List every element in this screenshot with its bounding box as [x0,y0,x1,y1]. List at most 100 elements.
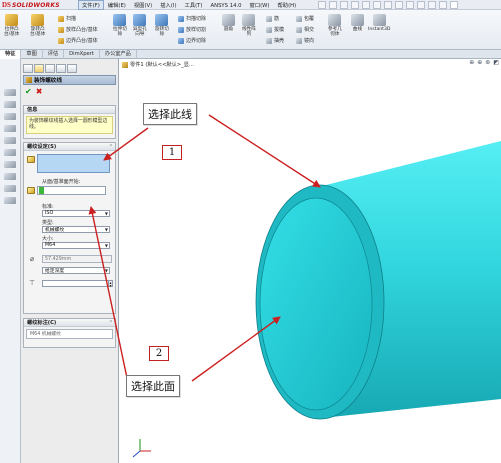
menu-file[interactable]: 文件(F) [78,0,104,10]
standard-select[interactable]: ISO ▼ [42,210,110,217]
menu-insert[interactable]: 插入(I) [156,0,180,10]
thread-callout-header[interactable]: 螺纹标注(C) ⌃ [24,319,115,327]
quick-access-toolbar [318,1,458,9]
reference-geometry-label: 参考几 何体 [328,27,342,37]
tab-dimxpert[interactable]: DimXpert [64,50,100,59]
strip-tool-icon[interactable] [4,185,16,192]
edge-selection-box[interactable] [37,154,110,173]
file-properties-icon[interactable] [395,1,403,9]
curves-button[interactable]: 曲线 [351,14,364,32]
strip-tool-icon[interactable] [4,149,16,156]
reference-geometry-button[interactable]: 参考几 何体 [328,14,342,37]
property-manager-tab[interactable] [34,64,44,73]
sweep-cut-button[interactable]: 扫描切除 [178,15,206,22]
end-face[interactable] [259,197,373,411]
draft-button[interactable]: 拔模 [266,26,284,33]
ok-button[interactable]: ✔ [25,88,32,96]
strip-tool-icon[interactable] [4,113,16,120]
pin-icon[interactable] [428,1,436,9]
minimize-icon[interactable] [439,1,447,9]
new-icon[interactable] [318,1,326,9]
linear-pattern-button[interactable]: 线性阵 列 [242,14,256,37]
menu-view[interactable]: 视图(V) [130,0,156,10]
wrap-button[interactable]: 包覆 [296,15,314,22]
property-manager: 装饰螺纹线 ✔ ✖ 信息 为装饰螺纹线插入选择一圆形模型边线。 螺纹设定(S) … [21,59,119,463]
menu-window[interactable]: 窗口(W) [246,0,274,10]
reference-geometry-icon [328,14,342,26]
tab-office-products[interactable]: 办公室产品 [100,50,137,59]
dimxpert-manager-tab[interactable] [56,64,66,73]
rebuild-icon[interactable] [384,1,392,9]
strip-tool-icon[interactable] [4,161,16,168]
strip-tool-icon[interactable] [4,101,16,108]
tab-evaluate[interactable]: 评估 [43,50,65,59]
collapse-icon[interactable]: ⌃ [109,143,113,150]
print-icon[interactable] [351,1,359,9]
configuration-manager-tab[interactable] [45,64,55,73]
thread-settings-header[interactable]: 螺纹设定(S) ⌃ [24,143,115,151]
sweep-cut-label: 扫描切除 [186,16,207,22]
depth-spinner[interactable]: ▴ ▾ [108,280,113,288]
fillet-button[interactable]: 圆角 [222,14,235,32]
select-icon[interactable] [373,1,381,9]
title-bar: DS SOLIDWORKS 文件(F) 编辑(E) 视图(V) 插入(I) 工具… [0,0,501,10]
revolve-boss-button[interactable]: 旋转凸 台/基体 [30,14,45,37]
open-icon[interactable] [329,1,337,9]
revolve-cut-button[interactable]: 旋转切 除 [155,14,169,37]
loft-cut-button[interactable]: 放样切割 [178,26,206,33]
intersect-button[interactable]: 相交 [296,26,314,33]
menu-help[interactable]: 帮助(H) [273,0,300,10]
tab-features[interactable]: 特征 [0,50,22,59]
options-icon[interactable] [406,1,414,9]
rib-button[interactable]: 筋 [266,15,279,22]
start-face-selection-box[interactable] [37,186,106,195]
boundary-boss-button[interactable]: 边界凸台/基体 [58,37,98,44]
size-select[interactable]: M64 ▼ [42,242,110,249]
curves-label: 曲线 [352,27,363,32]
loft-cut-label: 放样切割 [186,27,207,33]
hole-wizard-button[interactable]: 异型孔 向导 [133,14,147,37]
strip-tool-icon[interactable] [4,197,16,204]
extrude-boss-button[interactable]: 拉伸凸 台/基体 [4,14,19,37]
shell-button[interactable]: 抽壳 [266,37,284,44]
mirror-button[interactable]: 镜向 [296,37,314,44]
extrude-cut-button[interactable]: 拉伸切 除 [113,14,127,37]
feature-manager-tab[interactable] [23,64,33,73]
diameter-field[interactable]: 57.429mm [42,255,112,263]
display-manager-tab[interactable] [67,64,77,73]
menu-edit[interactable]: 编辑(E) [104,0,130,10]
sweep-button[interactable]: 扫描 [58,15,76,22]
cancel-button[interactable]: ✖ [36,88,43,96]
info-group-header[interactable]: 信息 [24,106,115,114]
task-strip [0,59,21,463]
type-select[interactable]: 机械螺纹 ▼ [42,226,110,233]
strip-tool-icon[interactable] [4,137,16,144]
info-group: 信息 为装饰螺纹线插入选择一圆形模型边线。 [23,105,116,139]
end-condition-select[interactable]: 给定深度 ▼ [42,267,110,274]
collapse-icon[interactable]: ⌃ [109,319,113,326]
menu-tools[interactable]: 工具(T) [181,0,207,10]
strip-tool-icon[interactable] [4,173,16,180]
solidworks-logo[interactable]: DS SOLIDWORKS [2,1,60,9]
draft-icon [266,26,272,33]
standard-value: ISO [45,211,54,216]
cosmetic-thread-icon [26,77,32,83]
start-face-label: 从面/基准面开始: [42,179,81,185]
logo-mark: DS [2,1,11,9]
undo-icon[interactable] [362,1,370,9]
manager-tabs [23,64,77,73]
save-icon[interactable] [340,1,348,9]
help-search-icon[interactable] [417,1,425,9]
depth-input[interactable] [42,280,110,287]
extrude-boss-label: 拉伸凸 台/基体 [4,27,20,37]
strip-tool-icon[interactable] [4,89,16,96]
tab-sketch[interactable]: 草图 [21,50,43,59]
close-icon[interactable] [450,1,458,9]
menu-ansys[interactable]: ANSYS 14.0 [206,0,245,10]
strip-tool-icon[interactable] [4,125,16,132]
boundary-cut-button[interactable]: 边界切除 [178,37,206,44]
instant3d-button[interactable]: Instant3D [368,14,390,32]
loft-boss-button[interactable]: 放样凸台/基体 [58,26,98,33]
thread-callout-field[interactable]: M64 机械螺纹 [26,329,113,339]
wrap-label: 包覆 [304,16,315,22]
